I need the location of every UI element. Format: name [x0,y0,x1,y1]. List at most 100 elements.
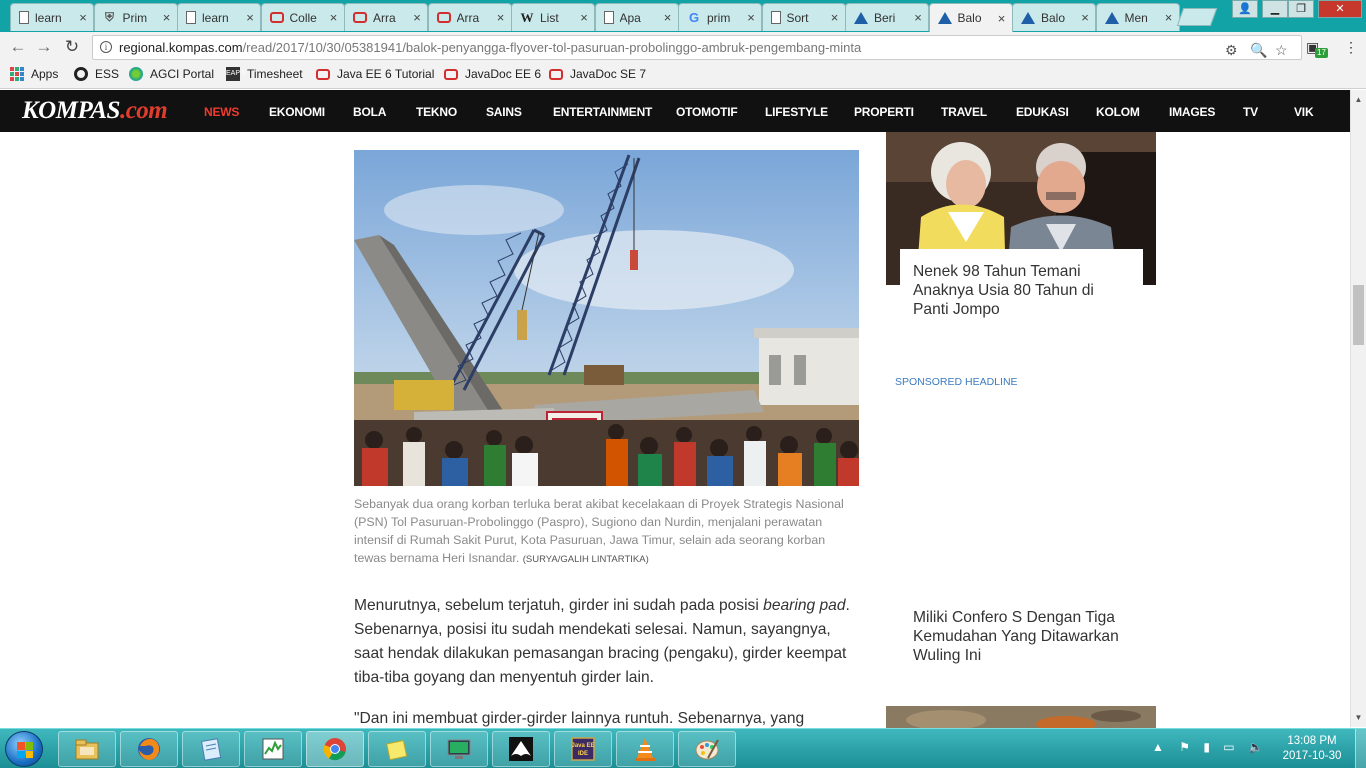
nav-item-sains[interactable]: SAINS [486,105,522,119]
user-profile-button[interactable]: 👤 [1232,0,1258,18]
device-icon[interactable]: ▮ [1203,740,1210,754]
sidebar-article-card[interactable]: Nenek 98 Tahun Temani Anaknya Usia 80 Ta… [900,249,1143,329]
scroll-down-arrow[interactable]: ▼ [1351,710,1366,725]
browser-tab[interactable]: ⛨ Prim × [93,3,178,31]
taskbar-notepad[interactable] [182,731,240,767]
bookmark-javadoc-se-7[interactable]: JavaDoc SE 7 [549,67,646,81]
browser-tab[interactable]: W List × [511,3,595,31]
network-icon[interactable]: ▭ [1223,740,1234,754]
tab-close-icon[interactable]: × [328,10,340,25]
tab-close-icon[interactable]: × [495,10,507,25]
tab-close-icon[interactable]: × [161,10,173,25]
clock-date: 2017-10-30 [1282,750,1342,762]
taskbar-inkscape[interactable] [492,731,550,767]
browser-tab[interactable]: Apa × [594,3,679,31]
tab-close-icon[interactable]: × [77,10,89,25]
browser-tab[interactable]: Men × [1095,3,1180,31]
scroll-thumb[interactable] [1353,285,1364,345]
new-tab-button[interactable] [1176,8,1218,26]
nav-item-kolom[interactable]: KOLOM [1096,105,1140,119]
nav-item-lifestyle[interactable]: LIFESTYLE [765,105,828,119]
forward-button[interactable]: → [34,37,54,57]
minimize-button[interactable]: ▁ [1262,0,1288,18]
bookmark-java-ee-6-tutorial[interactable]: Java EE 6 Tutorial [316,67,434,81]
address-bar[interactable]: i regional.kompas.com/read/2017/10/30/05… [92,35,1302,60]
page-scrollbar[interactable]: ▲ ▼ [1350,90,1366,727]
sidebar-article-title[interactable]: Nenek 98 Tahun Temani Anaknya Usia 80 Ta… [913,263,1094,318]
taskbar-vlc[interactable] [616,731,674,767]
bookmark-ess[interactable]: ESS [74,67,119,81]
tab-close-icon[interactable]: × [662,10,674,25]
task-manager-icon [262,738,284,760]
volume-icon[interactable]: 🔈 [1248,740,1263,754]
nav-item-images[interactable]: IMAGES [1169,105,1215,119]
wikipedia-icon: W [520,9,534,25]
nav-item-bola[interactable]: BOLA [353,105,386,119]
nav-item-otomotif[interactable]: OTOMOTIF [676,105,738,119]
sponsored-article-title[interactable]: Miliki Confero S Dengan Tiga Kemudahan Y… [913,608,1143,665]
timesheet-icon: EAP 6 [226,67,246,81]
tab-close-icon[interactable]: × [411,10,423,25]
nav-item-ekonomi[interactable]: EKONOMI [269,105,325,119]
browser-tab[interactable]: Balo × [1012,3,1096,31]
window-close-button[interactable]: ✕ [1318,0,1362,18]
bookmark-timesheet[interactable]: EAP 6 Timesheet [226,67,303,81]
nav-item-news[interactable]: NEWS [204,105,239,119]
browser-tab[interactable]: Sort × [761,3,846,31]
zoom-icon[interactable]: 🔍 [1250,39,1267,59]
tab-close-icon[interactable]: × [244,10,256,25]
browser-tab[interactable]: Arra × [344,3,428,31]
bookmark-agci-portal[interactable]: AGCI Portal [129,67,214,81]
taskbar-remote-desktop[interactable] [430,731,488,767]
site-info-icon[interactable]: i [100,41,112,53]
taskbar-eclipse-java-ee[interactable]: Java EE IDE [554,731,612,767]
back-button[interactable]: ← [8,37,28,57]
browser-tab[interactable]: Beri × [845,3,929,31]
nav-item-tv[interactable]: TV [1243,105,1258,119]
document-icon [186,11,196,24]
tab-close-icon[interactable]: × [912,10,924,25]
reload-button[interactable]: ↻ [62,37,82,57]
bookmark-apps[interactable]: Apps [10,67,58,81]
eclipse-java-ee-icon: Java EE IDE [571,737,595,761]
nav-item-edukasi[interactable]: EDUKASI [1016,105,1069,119]
taskbar-file-explorer[interactable] [58,731,116,767]
tab-close-icon[interactable]: × [829,10,841,25]
browser-tab[interactable]: Gprim × [678,3,762,31]
bookmark-star-icon[interactable]: ☆ [1275,39,1288,59]
browser-tab[interactable]: Colle × [260,3,345,31]
sidebar-photo-2[interactable] [886,706,1156,728]
nav-item-tekno[interactable]: TEKNO [416,105,457,119]
tab-close-icon[interactable]: × [1079,10,1091,25]
action-center-flag-icon[interactable]: ⚑ [1179,740,1190,754]
chrome-icon [323,738,346,761]
taskbar-paint[interactable] [678,731,736,767]
browser-tab[interactable]: Balo × [928,3,1013,32]
nav-item-vik[interactable]: VIK [1294,105,1314,119]
taskbar-task-manager[interactable] [244,731,302,767]
show-desktop-button[interactable] [1355,729,1366,769]
tab-close-icon[interactable]: × [1163,10,1175,25]
show-hidden-icons-icon[interactable]: ▲ [1152,740,1164,754]
chrome-menu-icon[interactable]: ⋮ [1344,39,1358,56]
tab-close-icon[interactable]: × [745,10,757,25]
maximize-button[interactable]: ❐ [1288,0,1314,18]
taskbar-firefox[interactable] [120,731,178,767]
bookmark-javadoc-ee-6[interactable]: JavaDoc EE 6 [444,67,541,81]
bookmark-label: Apps [31,67,59,81]
system-clock[interactable]: 13:08 PM 2017-10-30 [1276,734,1348,764]
nav-item-properti[interactable]: PROPERTI [854,105,914,119]
taskbar-chrome[interactable] [306,731,364,767]
site-settings-icon[interactable]: ⚙ [1225,39,1238,59]
tab-close-icon[interactable]: × [996,11,1008,26]
taskbar-sticky-notes[interactable] [368,731,426,767]
nav-item-travel[interactable]: TRAVEL [941,105,987,119]
browser-tab[interactable]: Arra × [427,3,512,31]
browser-tab[interactable]: learn × [10,3,94,31]
browser-tab[interactable]: learn × [177,3,261,31]
tab-close-icon[interactable]: × [578,10,590,25]
kompas-logo[interactable]: KOMPAS.com [22,97,168,125]
start-button[interactable] [5,731,43,767]
scroll-up-arrow[interactable]: ▲ [1351,92,1366,107]
nav-item-entertainment[interactable]: ENTERTAINMENT [553,105,652,119]
